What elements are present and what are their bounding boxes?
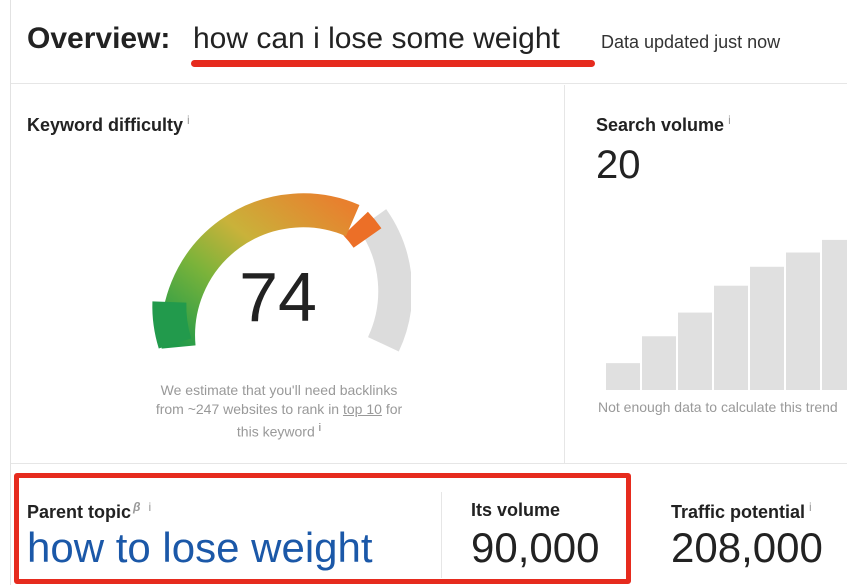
trend-note: Not enough data to calculate this trend xyxy=(598,399,838,415)
overview-label: Overview: xyxy=(27,22,171,55)
search-volume-title: Search volume i xyxy=(596,113,731,136)
parent-topic-label: Parent topic xyxy=(27,502,132,522)
divider xyxy=(441,492,442,578)
gauge-remaining-arc xyxy=(358,209,411,352)
keyword-difficulty-value: 74 xyxy=(239,258,317,336)
trend-bar xyxy=(822,239,847,390)
trend-bar xyxy=(786,252,820,390)
traffic-potential-value: 208,000 xyxy=(671,524,823,571)
search-volume-trend-chart xyxy=(606,239,847,390)
trend-bar xyxy=(678,312,712,390)
trend-bar xyxy=(606,363,640,390)
info-icon[interactable]: i xyxy=(809,500,812,514)
traffic-potential-label: Traffic potential xyxy=(671,502,806,522)
note-line-1: We estimate that you'll need backlinks xyxy=(160,382,398,398)
trend-bar xyxy=(642,336,676,390)
gauge-start-arc xyxy=(152,301,192,349)
search-volume-value: 20 xyxy=(596,143,641,187)
parent-topic-title: Parent topic β i xyxy=(27,500,151,523)
trend-bar xyxy=(750,266,784,390)
top-10-link[interactable]: top 10 xyxy=(343,401,382,417)
info-icon[interactable]: i xyxy=(187,113,190,127)
note-line-3: this keyword i xyxy=(129,419,429,442)
keyword-difficulty-label: Keyword difficulty xyxy=(27,115,184,135)
parent-topic-link[interactable]: how to lose weight xyxy=(27,524,373,572)
info-icon[interactable]: i xyxy=(728,113,731,127)
note-line-2-suffix: for xyxy=(385,401,403,417)
note-line-2-prefix: from ~247 websites to rank in xyxy=(155,401,340,417)
beta-badge: β xyxy=(133,500,141,514)
note-line-2: from ~247 websites to rank in top 10 for xyxy=(129,400,429,419)
info-icon[interactable]: i xyxy=(319,422,321,434)
query-highlight-underline xyxy=(191,60,595,67)
gauge-tip-arc xyxy=(343,211,382,249)
keyword-difficulty-title: Keyword difficulty i xyxy=(27,113,190,136)
overview-panel: Overview: how can i lose some weight Dat… xyxy=(10,0,847,585)
search-volume-label: Search volume xyxy=(596,115,725,135)
backlinks-estimate-note: We estimate that you'll need backlinks f… xyxy=(129,381,429,442)
metrics-row: Parent topic β i how to lose weight Its vo… xyxy=(11,463,847,585)
note-line-3-text: this keyword xyxy=(236,423,315,440)
keyword-difficulty-panel: Keyword difficulty i 74 We estimate that… xyxy=(11,85,565,463)
overview-header: Overview: how can i lose some weight Dat… xyxy=(11,0,847,84)
its-volume-title: Its volume xyxy=(471,500,561,520)
traffic-potential-title: Traffic potential i xyxy=(671,500,812,523)
trend-bar xyxy=(714,285,748,390)
keyword-query: how can i lose some weight xyxy=(193,22,560,55)
its-volume-value: 90,000 xyxy=(471,524,600,571)
search-volume-panel: Search volume i 20 Not enough data to cal… xyxy=(566,85,847,463)
info-icon[interactable]: i xyxy=(148,500,151,514)
data-updated-status: Data updated just now xyxy=(601,32,781,52)
